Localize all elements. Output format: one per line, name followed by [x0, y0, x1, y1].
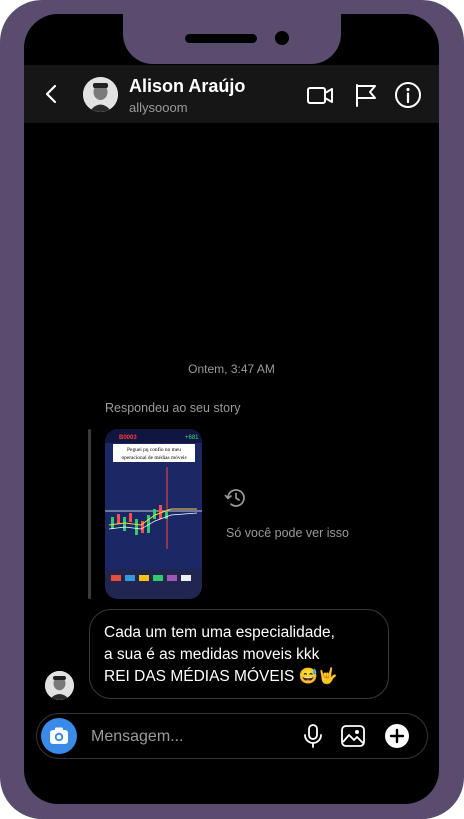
- contact-username[interactable]: allysooom: [129, 100, 188, 115]
- phone-frame: Alison Araújo allysooom Ontem, 3:47 AM R…: [0, 0, 464, 819]
- chat-header: Alison Araújo allysooom: [24, 65, 439, 123]
- message-bubble[interactable]: Cada um tem uma especialidade, a sua é a…: [89, 609, 389, 699]
- story-caption-1: Peguei pq confio no meu: [127, 446, 181, 453]
- avatar[interactable]: [83, 77, 118, 112]
- speaker: [185, 34, 257, 43]
- screen: Alison Araújo allysooom Ontem, 3:47 AM R…: [24, 14, 439, 804]
- camera-icon: [50, 727, 68, 744]
- message-line: a sua é as medidas moveis kkk: [104, 646, 320, 663]
- story-caption-2: operacional de médias móveis: [121, 455, 186, 461]
- reply-indicator-bar: [88, 429, 91, 599]
- message-input[interactable]: [89, 714, 293, 760]
- camera-button[interactable]: [41, 718, 77, 754]
- message-composer: [36, 713, 428, 760]
- visibility-note: Só você pode ver isso: [226, 526, 349, 540]
- gallery-icon[interactable]: [340, 723, 366, 749]
- notch: [123, 14, 341, 64]
- microphone-icon[interactable]: [300, 723, 326, 749]
- plus-circle-icon[interactable]: [384, 723, 410, 749]
- story-thumbnail[interactable]: B0003 +681 Peguei pq confio no meu opera…: [105, 429, 202, 599]
- message-line: Cada um tem uma especialidade,: [104, 624, 335, 641]
- info-icon[interactable]: [394, 81, 422, 109]
- contact-name[interactable]: Alison Araújo: [129, 76, 245, 97]
- video-camera-icon[interactable]: [306, 81, 334, 109]
- history-icon: [224, 489, 245, 507]
- sender-avatar[interactable]: [45, 671, 74, 700]
- svg-text:B0003: B0003: [119, 435, 137, 441]
- story-reply-label: Respondeu ao seu story: [105, 401, 241, 415]
- flag-icon[interactable]: [352, 81, 380, 109]
- story-price-badge: +681: [185, 435, 199, 441]
- chevron-left-icon[interactable]: [41, 83, 63, 105]
- message-line: REI DAS MÉDIAS MÓVEIS 😅🤟: [104, 668, 338, 685]
- message-timestamp: Ontem, 3:47 AM: [188, 362, 275, 376]
- front-camera: [275, 31, 289, 45]
